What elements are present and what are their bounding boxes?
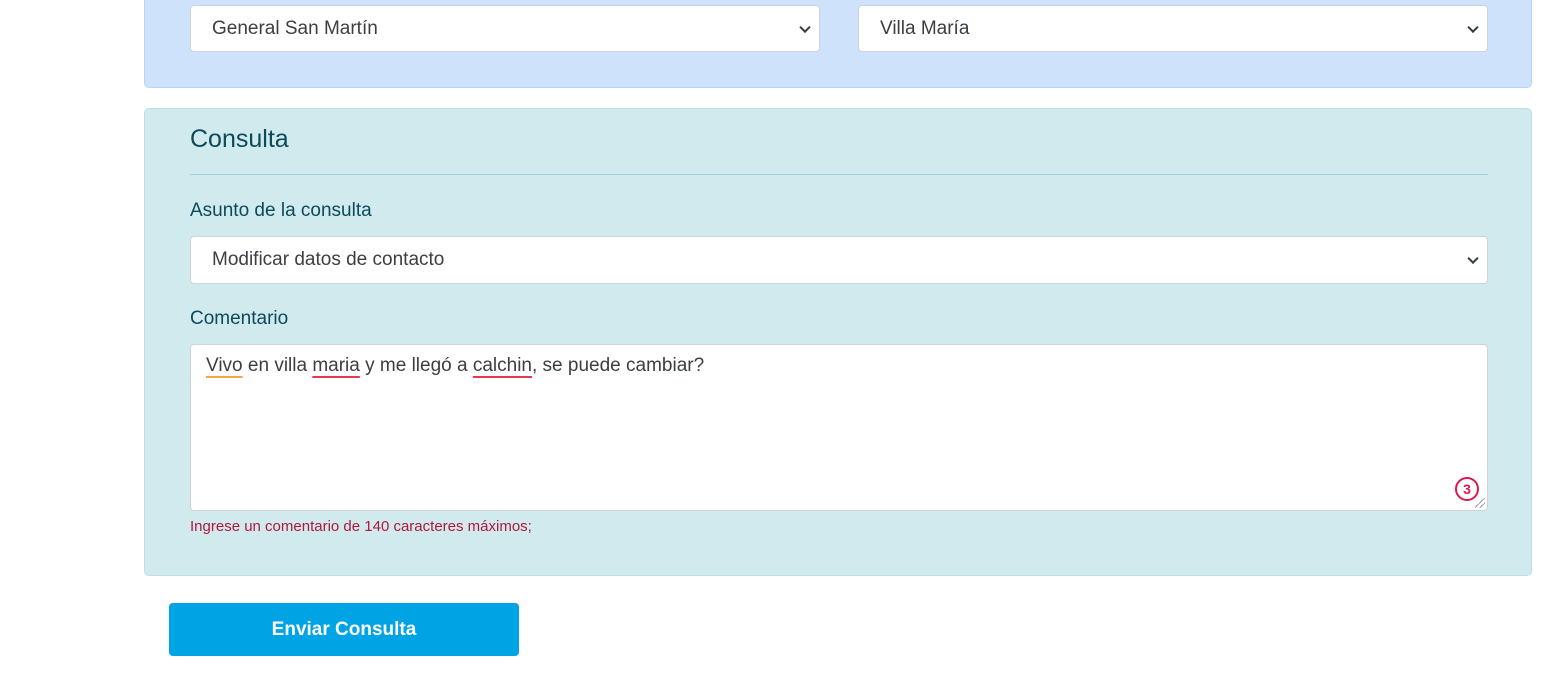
comment-word-flagged[interactable]: Vivo bbox=[206, 355, 243, 376]
comment-text: y me llegó a bbox=[359, 355, 473, 376]
location-panel: General San Martín Villa María bbox=[144, 0, 1532, 88]
consulta-panel: Consulta Asunto de la consulta Modificar… bbox=[144, 108, 1532, 576]
comment-label: Comentario bbox=[190, 308, 289, 329]
subject-label: Asunto de la consulta bbox=[190, 200, 372, 221]
chevron-down-icon bbox=[1467, 252, 1479, 265]
city-select[interactable]: Villa María bbox=[858, 5, 1488, 52]
province-select[interactable]: General San Martín bbox=[190, 5, 820, 52]
comment-text: en villa bbox=[242, 355, 313, 376]
comment-word-misspelled[interactable]: calchin bbox=[473, 355, 532, 376]
resize-handle-icon[interactable] bbox=[1475, 498, 1485, 508]
subject-select-value: Modificar datos de contacto bbox=[212, 249, 445, 270]
submit-button[interactable]: Enviar Consulta bbox=[169, 603, 519, 656]
chevron-down-icon bbox=[799, 21, 811, 33]
comment-text: , se puede cambiar? bbox=[532, 355, 705, 376]
comment-word-misspelled[interactable]: maria bbox=[312, 355, 360, 376]
subject-select[interactable]: Modificar datos de contacto bbox=[190, 236, 1488, 284]
comment-textarea[interactable]: Vivo en villa maria y me llegó a calchin… bbox=[190, 344, 1488, 511]
panel-title: Consulta bbox=[190, 125, 289, 153]
comment-hint: Ingrese un comentario de 140 caracteres … bbox=[190, 518, 532, 535]
chevron-down-icon bbox=[1467, 21, 1479, 33]
province-select-value: General San Martín bbox=[212, 17, 378, 39]
divider bbox=[190, 174, 1488, 175]
city-select-value: Villa María bbox=[880, 17, 970, 39]
